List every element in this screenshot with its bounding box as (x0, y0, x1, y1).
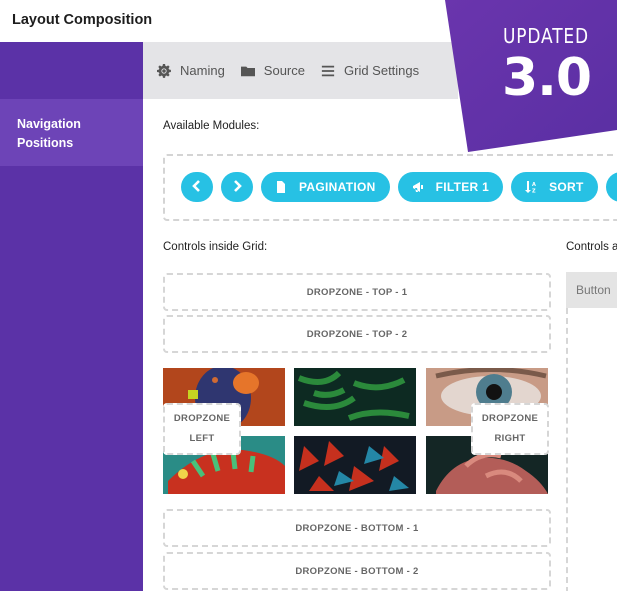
gear-icon (157, 63, 171, 78)
dropzone-right-label: DROPZONE (481, 413, 539, 424)
sort-alpha-icon: AZ (525, 181, 537, 193)
chevron-left-icon (192, 179, 202, 195)
dropzone-right-label: RIGHT (494, 433, 526, 444)
dropzone-left-label: DROPZONE (173, 413, 231, 424)
dropzone-right[interactable]: DROPZONE RIGHT (471, 403, 549, 455)
file-icon (275, 181, 287, 193)
badge-version-label: 3.0 (502, 48, 592, 108)
tab-grid-settings[interactable]: Grid Settings (321, 63, 419, 78)
dropzone-left-label: LEFT (189, 433, 215, 444)
module-prev-button[interactable] (181, 172, 213, 202)
module-sort[interactable]: AZ SORT (511, 172, 598, 202)
badge-updated-label: UPDATED (503, 24, 589, 48)
svg-text:A: A (532, 182, 536, 188)
controls-outside-grid-label: Controls a (566, 241, 617, 253)
module-label: FILTER 1 (435, 180, 490, 194)
module-filter-1[interactable]: FILTER 1 (397, 172, 504, 202)
bullhorn-icon (412, 181, 424, 193)
grid-image-succulent (294, 436, 416, 494)
app-title: Layout Composition (12, 12, 153, 28)
module-label: PAGINATION (299, 180, 376, 194)
svg-text:Z: Z (532, 189, 536, 194)
module-pagination[interactable]: PAGINATION (261, 172, 390, 202)
controls-inside-grid-label: Controls inside Grid: (163, 241, 268, 253)
module-label: SORT (549, 180, 584, 194)
tab-naming[interactable]: Naming (157, 63, 225, 78)
tab-label: Source (263, 63, 305, 78)
sidebar: Navigation Positions (0, 42, 143, 591)
outside-controls-dropzone[interactable] (566, 308, 617, 591)
sidebar-item-navigation-positions[interactable]: Navigation Positions (0, 99, 143, 166)
dropzone-bottom-1[interactable]: DROPZONE - BOTTOM - 1 (163, 509, 551, 547)
outside-controls-button[interactable]: Button (566, 272, 617, 308)
hamburger-icon (321, 64, 335, 78)
tab-label: Grid Settings (344, 63, 420, 78)
tab-label: Naming (180, 63, 225, 78)
folder-icon (240, 64, 255, 78)
tab-source[interactable]: Source (240, 63, 305, 78)
module-search[interactable] (605, 172, 617, 202)
sidebar-item-label: Positions (17, 136, 74, 150)
grid-image-fern (294, 368, 416, 426)
dropzone-top-1[interactable]: DROPZONE - TOP - 1 (163, 273, 551, 311)
tab-bar: Naming Source Grid Settings (143, 42, 458, 99)
module-next-button[interactable] (221, 172, 253, 202)
dropzone-left[interactable]: DROPZONE LEFT (163, 403, 241, 455)
chevron-right-icon (232, 179, 242, 195)
available-modules-label: Available Modules: (163, 120, 260, 132)
sidebar-item-label: Navigation (17, 117, 81, 131)
dropzone-top-2[interactable]: DROPZONE - TOP - 2 (163, 315, 551, 353)
available-modules-box: PAGINATION FILTER 1 AZ SORT (163, 154, 617, 221)
main-panel: Naming Source Grid Settings Available Mo… (143, 42, 617, 591)
dropzone-bottom-2[interactable]: DROPZONE - BOTTOM - 2 (163, 552, 551, 590)
